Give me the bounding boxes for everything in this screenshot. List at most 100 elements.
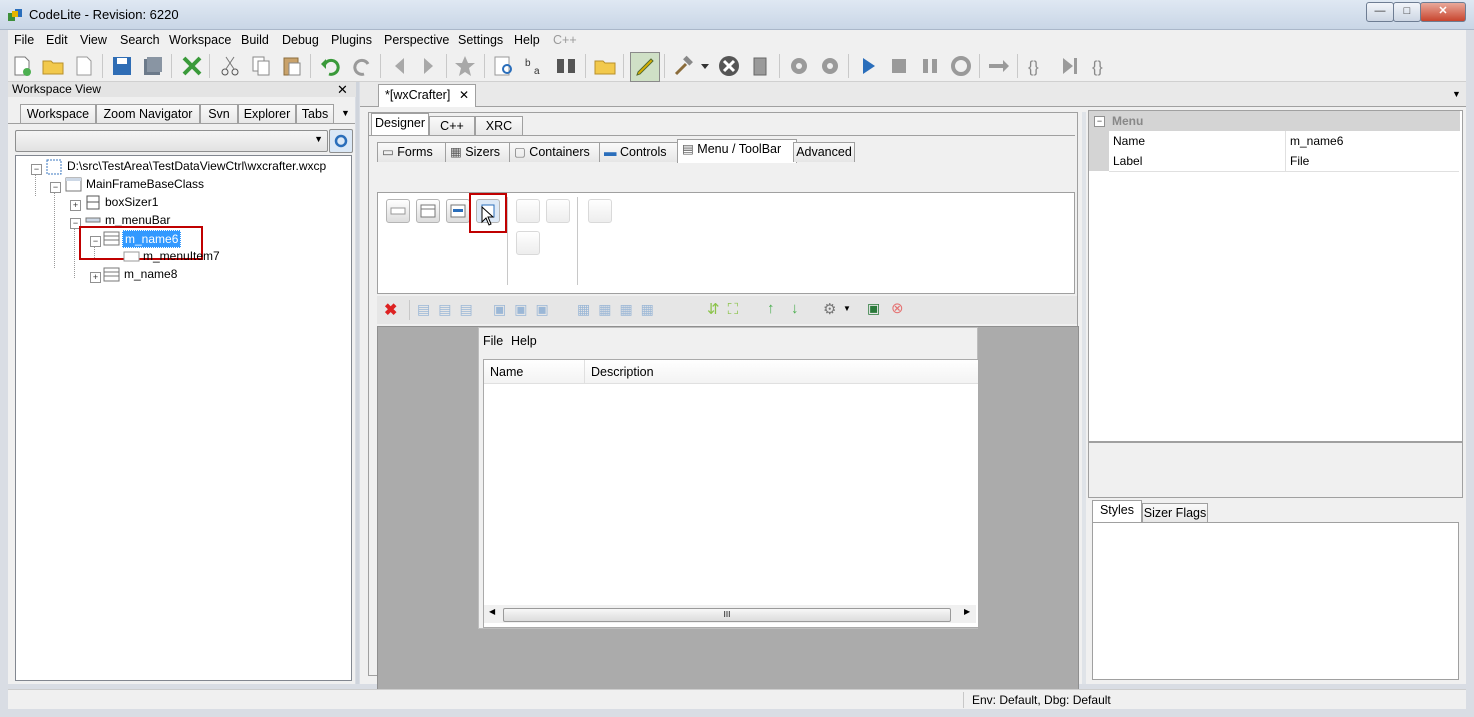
tree-boxsizer-label[interactable]: boxSizer1 (105, 195, 158, 209)
open-folder-icon[interactable] (41, 54, 65, 78)
menu-search[interactable]: Search (120, 33, 160, 47)
step-in-icon[interactable]: {} (1026, 54, 1050, 78)
tree-menu-item-label[interactable]: m_menuItem7 (143, 249, 220, 263)
tab-xrc[interactable]: XRC (475, 116, 523, 136)
maximize-button[interactable]: □ (1393, 2, 1421, 22)
wxcrafter-tree[interactable]: − D:\src\TestArea\TestDataViewCtrl\wxcra… (15, 155, 352, 681)
build-settings-gear-icon[interactable] (787, 54, 811, 78)
settings-gear-icon[interactable]: ⚙ (823, 300, 836, 318)
tab-advanced[interactable]: Advanced (793, 142, 855, 162)
redo-icon[interactable] (350, 54, 374, 78)
find-replace-icon[interactable]: ba (523, 54, 547, 78)
stop-build-icon[interactable] (717, 54, 741, 78)
open-resource-icon[interactable] (593, 54, 617, 78)
show-cursor-icon[interactable] (987, 54, 1011, 78)
tab-containers[interactable]: ▢ Containers (509, 142, 603, 162)
tab-sizer-flags[interactable]: Sizer Flags (1142, 503, 1208, 523)
save-all-icon[interactable] (141, 54, 165, 78)
tab-wxcrafter[interactable]: *[wxCrafter] ✕ (378, 84, 476, 107)
preview-frame[interactable]: File Help Name Description ◀ III ▶ (478, 327, 979, 629)
delete-control-icon[interactable]: ✖ (384, 300, 397, 320)
property-section-header[interactable]: − Menu (1089, 111, 1460, 131)
find-icon[interactable] (492, 54, 516, 78)
forward-icon[interactable] (416, 54, 440, 78)
scroll-thumb[interactable]: III (503, 608, 951, 622)
add-aux-toolbar-button[interactable] (516, 231, 540, 255)
tab-menu-toolbar[interactable]: ▤ Menu / ToolBar (677, 139, 797, 163)
close-window-button[interactable]: ✕ (1420, 2, 1466, 22)
property-value-label[interactable]: File (1290, 154, 1309, 168)
add-toolbar-item-button[interactable] (546, 199, 570, 223)
bookmark-star-icon[interactable] (453, 54, 477, 78)
new-file-icon[interactable] (10, 54, 34, 78)
menu-plugins[interactable]: Plugins (331, 33, 372, 47)
align-top-icons[interactable]: ▣▣▣ (493, 301, 557, 318)
property-row-name[interactable]: Name m_name6 (1109, 131, 1459, 152)
scroll-right-icon[interactable]: ▶ (964, 607, 970, 616)
property-row-label[interactable]: Label File (1109, 151, 1459, 172)
tree-mainframe-label[interactable]: MainFrameBaseClass (86, 177, 204, 191)
expand-icons[interactable]: ⇵⛶ (707, 300, 746, 318)
column-header-name[interactable]: Name (490, 365, 523, 379)
menu-workspace[interactable]: Workspace (169, 33, 231, 47)
chevron-down-icon[interactable] (700, 54, 710, 78)
menu-edit[interactable]: Edit (46, 33, 68, 47)
refresh-workspace-button[interactable] (329, 129, 353, 153)
tree-collapse-mainframe[interactable]: − (50, 182, 61, 193)
align-left-icons[interactable]: ▤▤▤ (417, 301, 481, 318)
menu-view[interactable]: View (80, 33, 107, 47)
close-panel-icon[interactable]: ✕ (337, 82, 348, 98)
border-icons[interactable]: ▦▦▦▦ (577, 301, 662, 318)
tab-list-dropdown-icon[interactable]: ▼ (341, 108, 350, 118)
add-menubar-button[interactable] (386, 199, 410, 223)
tab-zoom-navigator[interactable]: Zoom Navigator (96, 104, 200, 124)
clean-settings-gear-icon[interactable] (818, 54, 842, 78)
menu-file[interactable]: File (14, 33, 34, 47)
next-icon[interactable] (1058, 54, 1082, 78)
styles-list[interactable] (1092, 522, 1459, 680)
scroll-left-icon[interactable]: ◀ (489, 607, 495, 616)
add-statusbar-button[interactable] (588, 199, 612, 223)
menu-help[interactable]: Help (514, 33, 540, 47)
tab-explorer[interactable]: Explorer (238, 104, 296, 124)
highlight-word-button[interactable] (630, 52, 660, 82)
splitter[interactable] (1082, 112, 1086, 684)
collapse-section-icon[interactable]: − (1094, 116, 1105, 127)
dataview-ctrl[interactable]: Name Description ◀ III ▶ (483, 359, 979, 628)
property-value-name[interactable]: m_name6 (1290, 134, 1343, 148)
add-toolbar-button[interactable] (516, 199, 540, 223)
tab-cpp[interactable]: C++ (429, 116, 475, 136)
close-preview-icon[interactable]: ⊗ (891, 299, 904, 317)
back-icon[interactable] (388, 54, 412, 78)
tab-workspace[interactable]: Workspace (20, 104, 96, 124)
tab-controls[interactable]: ▬ Controls (599, 142, 681, 162)
preview-menu-help[interactable]: Help (511, 334, 537, 348)
splitter[interactable] (356, 82, 359, 684)
chevron-down-icon[interactable]: ▼ (843, 304, 851, 313)
menu-build[interactable]: Build (241, 33, 269, 47)
find-in-files-icon[interactable] (554, 54, 578, 78)
tree-expand-menu-other[interactable]: + (90, 272, 101, 283)
debug-restart-icon[interactable] (949, 54, 973, 78)
move-down-icon[interactable]: ↓ (791, 300, 799, 317)
move-up-icon[interactable]: ↑ (767, 300, 775, 317)
tab-styles[interactable]: Styles (1092, 500, 1142, 523)
tab-sizers[interactable]: ▦ Sizers (445, 142, 513, 162)
tree-collapse-root[interactable]: − (31, 164, 42, 175)
tab-list-dropdown-icon[interactable]: ▼ (1452, 89, 1461, 99)
clean-icon[interactable] (748, 54, 772, 78)
tab-tabs[interactable]: Tabs (296, 104, 334, 124)
workspace-config-combo[interactable]: ▼ (15, 130, 328, 152)
tree-expand-boxsizer[interactable]: + (70, 200, 81, 211)
tree-menu-other-label[interactable]: m_name8 (124, 267, 177, 281)
debug-start-icon[interactable] (856, 54, 880, 78)
tab-designer[interactable]: Designer (371, 113, 429, 136)
reload-file-icon[interactable] (72, 54, 96, 78)
tab-forms[interactable]: ▭ Forms (377, 142, 449, 162)
debug-stop-icon[interactable] (887, 54, 911, 78)
paste-icon[interactable] (280, 54, 304, 78)
add-submenu-button[interactable] (446, 199, 470, 223)
preview-icon[interactable]: ▣ (867, 300, 880, 317)
menu-settings[interactable]: Settings (458, 33, 503, 47)
close-file-icon[interactable] (180, 54, 204, 78)
